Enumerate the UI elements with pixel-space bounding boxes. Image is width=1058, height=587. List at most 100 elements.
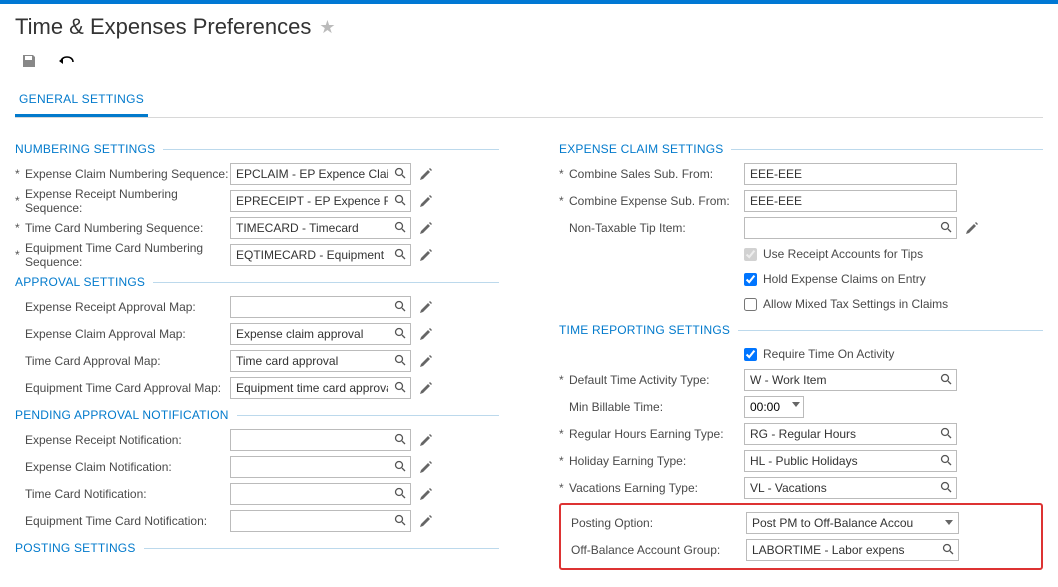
field-claim-notification: Expense Claim Notification:	[15, 455, 499, 479]
edit-icon[interactable]	[417, 380, 433, 396]
edit-icon[interactable]	[417, 299, 433, 315]
edit-icon[interactable]	[417, 513, 433, 529]
input[interactable]	[230, 377, 411, 399]
search-icon[interactable]	[393, 299, 407, 313]
page-title: Time & Expenses Preferences	[15, 14, 311, 40]
search-icon[interactable]	[393, 353, 407, 367]
search-icon[interactable]	[393, 459, 407, 473]
field-timecard-notification: Time Card Notification:	[15, 482, 499, 506]
checkbox[interactable]	[744, 298, 757, 311]
input[interactable]	[230, 510, 411, 532]
section-approval-settings: APPROVAL SETTINGS	[15, 275, 499, 289]
tab-row: GENERAL SETTINGS	[15, 84, 1043, 118]
edit-icon[interactable]	[417, 459, 433, 475]
toolbar	[15, 52, 1043, 70]
section-numbering-settings: NUMBERING SETTINGS	[15, 142, 499, 156]
tab-general-settings[interactable]: GENERAL SETTINGS	[15, 84, 148, 117]
input[interactable]	[230, 217, 411, 239]
input[interactable]	[230, 296, 411, 318]
chevron-down-icon[interactable]	[945, 520, 953, 525]
input[interactable]	[230, 323, 411, 345]
edit-icon[interactable]	[417, 432, 433, 448]
input[interactable]	[744, 369, 957, 391]
search-icon[interactable]	[393, 247, 407, 261]
input[interactable]	[230, 244, 411, 266]
section-expense-claim: EXPENSE CLAIM SETTINGS	[559, 142, 1043, 156]
field-default-time-activity-type: * Default Time Activity Type:	[559, 368, 1043, 392]
checkbox-allow-mixed-tax[interactable]: Allow Mixed Tax Settings in Claims	[744, 293, 1043, 315]
search-icon[interactable]	[393, 166, 407, 180]
search-icon[interactable]	[393, 380, 407, 394]
field-expense-claim-seq: * Expense Claim Numbering Sequence:	[15, 162, 499, 186]
search-icon[interactable]	[393, 220, 407, 234]
field-holiday-type: * Holiday Earning Type:	[559, 449, 1043, 473]
input[interactable]	[744, 190, 957, 212]
field-equip-approval-map: Equipment Time Card Approval Map:	[15, 376, 499, 400]
page-container: Time & Expenses Preferences ★ GENERAL SE…	[0, 4, 1058, 580]
field-equip-notification: Equipment Time Card Notification:	[15, 509, 499, 533]
field-receipt-approval-map: Expense Receipt Approval Map:	[15, 295, 499, 319]
edit-icon[interactable]	[417, 486, 433, 502]
edit-icon[interactable]	[417, 166, 433, 182]
field-combine-sales-sub: * Combine Sales Sub. From:	[559, 162, 1043, 186]
checkbox-hold-expense-claims[interactable]: Hold Expense Claims on Entry	[744, 268, 1043, 290]
field-vacations-type: * Vacations Earning Type:	[559, 476, 1043, 500]
input[interactable]	[746, 539, 959, 561]
search-icon[interactable]	[393, 432, 407, 446]
input[interactable]	[744, 477, 957, 499]
input[interactable]	[744, 423, 957, 445]
checkbox-use-receipt-accounts[interactable]: Use Receipt Accounts for Tips	[744, 243, 1043, 265]
input[interactable]	[230, 456, 411, 478]
field-receipt-notification: Expense Receipt Notification:	[15, 428, 499, 452]
input[interactable]	[744, 217, 957, 239]
required-marker: *	[15, 167, 25, 181]
search-icon[interactable]	[393, 486, 407, 500]
search-icon[interactable]	[393, 326, 407, 340]
input[interactable]	[230, 483, 411, 505]
search-icon[interactable]	[939, 372, 953, 386]
checkbox[interactable]	[744, 348, 757, 361]
search-icon[interactable]	[393, 193, 407, 207]
save-icon[interactable]	[20, 52, 38, 70]
input[interactable]	[230, 429, 411, 451]
edit-icon[interactable]	[417, 353, 433, 369]
field-min-billable-time: Min Billable Time:	[559, 395, 1043, 419]
checkbox[interactable]	[744, 273, 757, 286]
chevron-down-icon[interactable]	[792, 402, 800, 407]
section-time-reporting: TIME REPORTING SETTINGS	[559, 323, 1043, 337]
input[interactable]	[230, 190, 411, 212]
input-expense-claim-seq[interactable]	[230, 163, 411, 185]
title-row: Time & Expenses Preferences ★	[15, 14, 1043, 40]
input[interactable]	[230, 163, 411, 185]
input[interactable]	[744, 450, 957, 472]
edit-icon[interactable]	[417, 220, 433, 236]
favorite-star-icon[interactable]: ★	[319, 17, 335, 38]
input[interactable]	[744, 163, 957, 185]
search-icon[interactable]	[939, 426, 953, 440]
checkbox[interactable]	[744, 248, 757, 261]
field-time-card-seq: * Time Card Numbering Sequence:	[15, 216, 499, 240]
field-regular-hours-type: * Regular Hours Earning Type:	[559, 422, 1043, 446]
edit-icon[interactable]	[417, 247, 433, 263]
field-posting-option: Posting Option:	[561, 511, 1035, 535]
search-icon[interactable]	[941, 542, 955, 556]
field-timecard-approval-map: Time Card Approval Map:	[15, 349, 499, 373]
field-off-balance-account-group: Off-Balance Account Group:	[561, 538, 1035, 562]
edit-icon[interactable]	[963, 220, 979, 236]
search-icon[interactable]	[939, 220, 953, 234]
search-icon[interactable]	[939, 453, 953, 467]
search-icon[interactable]	[393, 513, 407, 527]
input[interactable]	[746, 512, 959, 534]
edit-icon[interactable]	[417, 193, 433, 209]
undo-icon[interactable]	[58, 52, 76, 70]
right-column: EXPENSE CLAIM SETTINGS * Combine Sales S…	[559, 134, 1043, 570]
checkbox-require-time-activity[interactable]: Require Time On Activity	[744, 343, 1043, 365]
search-icon[interactable]	[939, 480, 953, 494]
field-combine-expense-sub: * Combine Expense Sub. From:	[559, 189, 1043, 213]
input[interactable]	[230, 350, 411, 372]
left-column: NUMBERING SETTINGS * Expense Claim Numbe…	[15, 134, 499, 570]
input[interactable]	[744, 396, 804, 418]
edit-icon[interactable]	[417, 326, 433, 342]
section-pending-approval: PENDING APPROVAL NOTIFICATION	[15, 408, 499, 422]
field-claim-approval-map: Expense Claim Approval Map:	[15, 322, 499, 346]
